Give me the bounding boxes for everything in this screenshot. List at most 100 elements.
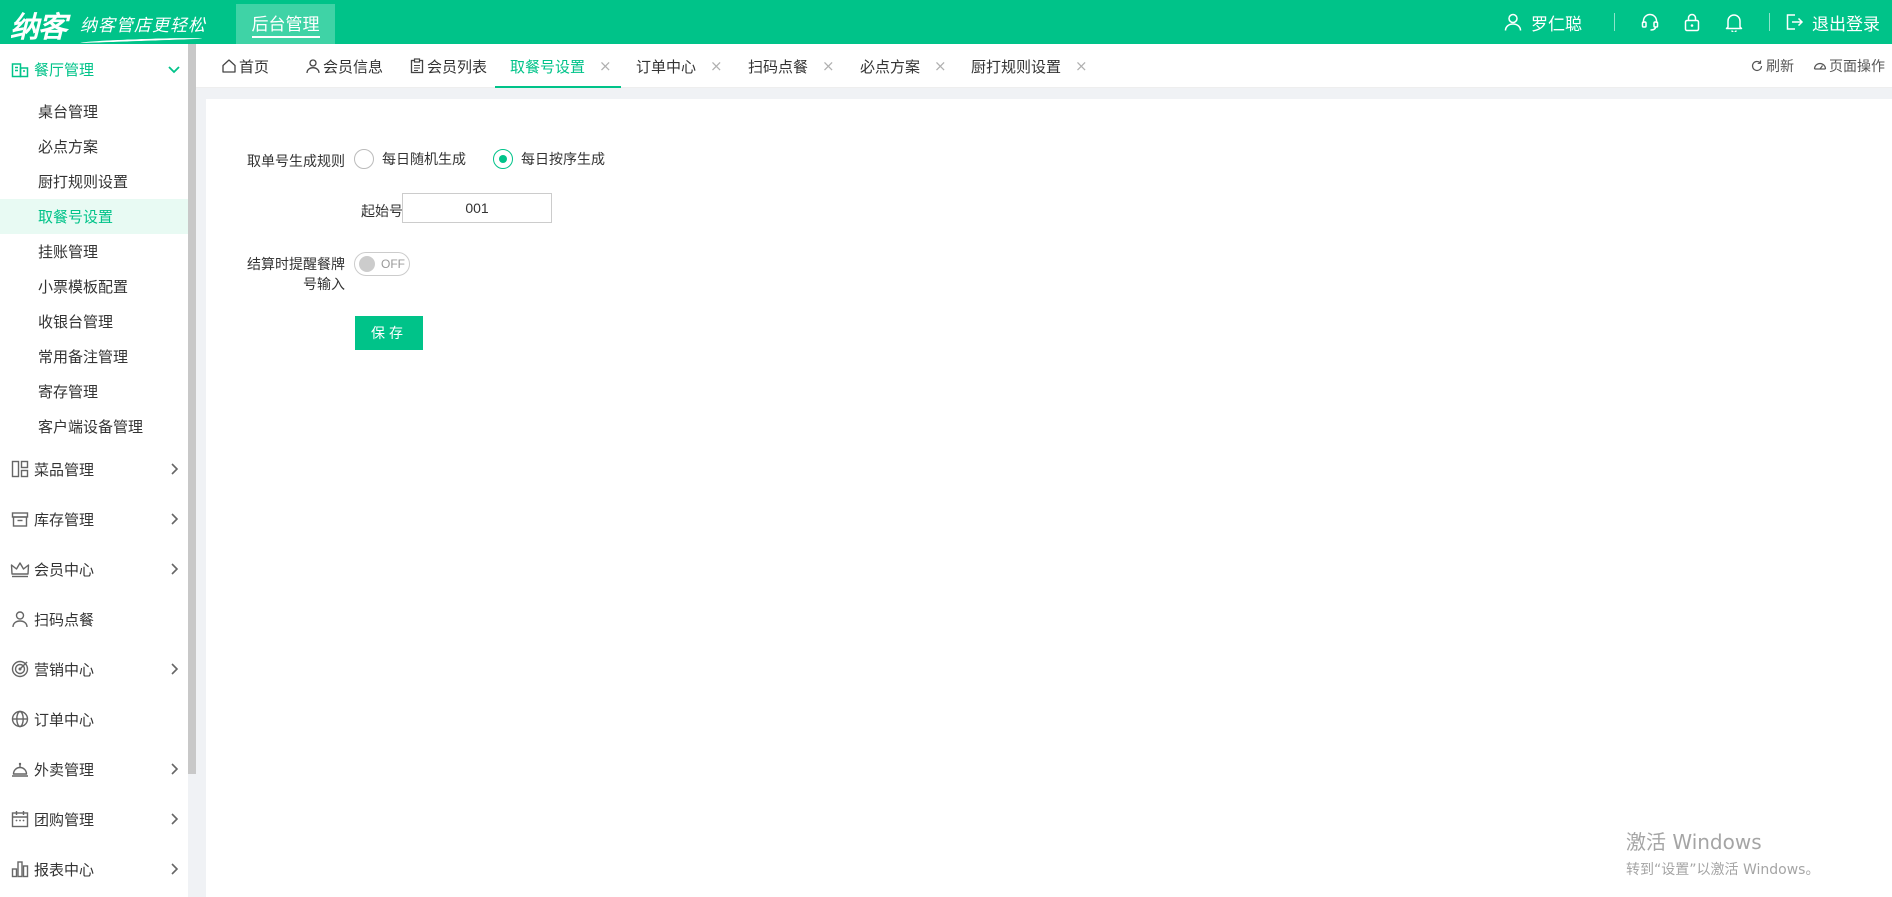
lock-icon[interactable]	[1681, 11, 1703, 33]
tab-required-dishes[interactable]: 必点方案 ×	[860, 44, 947, 88]
globe-icon	[10, 709, 30, 729]
radio-circle	[493, 149, 513, 169]
sidebar-group-label: 菜品管理	[34, 460, 95, 479]
chevron-right-icon	[171, 863, 179, 875]
tab-label: 扫码点餐	[748, 57, 809, 76]
checkout-remind-label-line1: 结算时提醒餐牌	[247, 257, 345, 273]
home-icon	[221, 58, 237, 74]
chevron-right-icon	[171, 813, 179, 825]
close-icon[interactable]: ×	[822, 57, 835, 75]
top-bar: 纳客 纳客管店更轻松 后台管理 罗仁聪 退出登录	[0, 0, 1892, 44]
logo: 纳客 纳客管店更轻松	[10, 4, 206, 46]
chevron-right-icon	[171, 663, 179, 675]
top-right-tools: 罗仁聪 退出登录	[1503, 0, 1892, 44]
tab-label: 取餐号设置	[510, 57, 586, 76]
chevron-right-icon	[171, 763, 179, 775]
restaurant-icon	[10, 59, 30, 79]
calendar-icon	[10, 809, 30, 829]
sidebar-group-scan-order[interactable]: 扫码点餐	[0, 594, 188, 644]
checkout-remind-label: 结算时提醒餐牌 号输入	[206, 255, 345, 295]
sidebar-item-credit-management[interactable]: 挂账管理	[0, 234, 188, 269]
user-icon	[1504, 13, 1522, 31]
sidebar-group-label: 订单中心	[34, 710, 95, 729]
sidebar-item-receipt-templates[interactable]: 小票模板配置	[0, 269, 188, 304]
dishes-icon	[10, 459, 30, 479]
divider	[1769, 13, 1770, 31]
refresh-label: 刷新	[1766, 59, 1794, 75]
radio-sequential-daily[interactable]: 每日按序生成	[493, 149, 605, 169]
watermark-title: 激活 Windows	[1626, 830, 1762, 854]
sidebar-group-label: 团购管理	[34, 810, 95, 829]
radio-random-daily[interactable]: 每日随机生成	[354, 149, 466, 169]
page-operations-button[interactable]: 页面操作	[1813, 44, 1885, 88]
sidebar-group-group-buying[interactable]: 团购管理	[0, 794, 188, 844]
refresh-button[interactable]: 刷新	[1750, 44, 1794, 88]
sidebar-item-client-devices[interactable]: 客户端设备管理	[0, 409, 188, 444]
sidebar-group-label: 库存管理	[34, 510, 95, 529]
system-tab-label: 后台管理	[251, 10, 320, 38]
tab-member-list[interactable]: 会员列表	[409, 44, 487, 88]
sidebar-scrollbar[interactable]	[188, 44, 196, 774]
main-content: 取单号生成规则 每日随机生成 每日按序生成 起始号 结算时提醒餐牌 号输入 OF…	[206, 99, 1892, 897]
sidebar-group-label: 扫码点餐	[34, 610, 95, 629]
sidebar-group-reports[interactable]: 报表中心	[0, 844, 188, 894]
target-icon	[10, 659, 30, 679]
sidebar-item-kitchen-print-rules[interactable]: 厨打规则设置	[0, 164, 188, 199]
tab-home[interactable]: 首页	[221, 44, 269, 88]
close-icon[interactable]: ×	[710, 57, 723, 75]
sidebar-group-members[interactable]: 会员中心	[0, 544, 188, 594]
active-tab-indicator	[495, 86, 621, 88]
sidebar-item-common-remarks[interactable]: 常用备注管理	[0, 339, 188, 374]
sidebar-group-orders[interactable]: 订单中心	[0, 694, 188, 744]
pickup-rule-label: 取单号生成规则	[247, 154, 345, 170]
close-icon[interactable]: ×	[934, 57, 947, 75]
sidebar-group-marketing[interactable]: 营销中心	[0, 644, 188, 694]
sidebar-group-label: 会员中心	[34, 560, 95, 579]
start-number-label: 起始号	[361, 204, 403, 220]
bell-icon[interactable]	[1723, 11, 1745, 33]
tab-strip: 首页 会员信息 会员列表 取餐号设置 × 订单中心 × 扫码点餐 × 必点方案 …	[196, 44, 1892, 88]
windows-activation-watermark: 激活 Windows 转到“设置”以激活 Windows。	[1626, 826, 1819, 879]
system-tab-admin[interactable]: 后台管理	[236, 4, 335, 44]
inventory-icon	[10, 509, 30, 529]
sidebar-item-storage-management[interactable]: 寄存管理	[0, 374, 188, 409]
tab-scan-order[interactable]: 扫码点餐 ×	[748, 44, 835, 88]
logout-button[interactable]: 退出登录	[1784, 10, 1880, 35]
tab-label: 会员信息	[323, 57, 384, 76]
tab-label: 首页	[239, 57, 270, 76]
close-icon[interactable]: ×	[599, 57, 612, 75]
headset-icon[interactable]	[1639, 11, 1661, 33]
close-icon[interactable]: ×	[1075, 57, 1088, 75]
logo-main-text: 纳客	[10, 10, 67, 44]
checkout-remind-toggle[interactable]: OFF	[354, 252, 410, 276]
crown-icon	[10, 559, 30, 579]
tab-label: 会员列表	[427, 57, 488, 76]
sidebar-group-label: 营销中心	[34, 660, 95, 679]
gauge-icon	[1813, 62, 1827, 70]
tab-pickup-number-settings[interactable]: 取餐号设置 ×	[510, 44, 612, 88]
sidebar-group-restaurant[interactable]: 餐厅管理	[0, 44, 188, 94]
radio-label: 每日随机生成	[382, 152, 466, 168]
bar-chart-icon	[10, 859, 30, 879]
tab-order-center[interactable]: 订单中心 ×	[636, 44, 723, 88]
sidebar-item-pickup-number-settings[interactable]: 取餐号设置	[0, 199, 188, 234]
sidebar-item-table-management[interactable]: 桌台管理	[0, 94, 188, 129]
service-bell-icon	[10, 759, 30, 779]
user-name: 罗仁聪	[1531, 14, 1582, 35]
radio-circle	[354, 149, 374, 169]
tab-member-info[interactable]: 会员信息	[305, 44, 383, 88]
sidebar-group-dishes[interactable]: 菜品管理	[0, 444, 188, 494]
sidebar-group-takeaway[interactable]: 外卖管理	[0, 744, 188, 794]
start-number-input[interactable]	[402, 193, 552, 223]
save-button[interactable]: 保存	[355, 316, 423, 350]
sidebar-group-inventory[interactable]: 库存管理	[0, 494, 188, 544]
sidebar-item-cashier-management[interactable]: 收银台管理	[0, 304, 188, 339]
radio-label: 每日按序生成	[521, 152, 605, 168]
sidebar-item-required-dishes[interactable]: 必点方案	[0, 129, 188, 164]
chevron-down-icon	[168, 66, 180, 74]
toggle-knob	[359, 256, 375, 272]
tab-kitchen-print-rules[interactable]: 厨打规则设置 ×	[971, 44, 1088, 88]
page-operations-label: 页面操作	[1829, 59, 1885, 75]
user-menu[interactable]: 罗仁聪	[1503, 10, 1582, 35]
chevron-right-icon	[171, 463, 179, 475]
